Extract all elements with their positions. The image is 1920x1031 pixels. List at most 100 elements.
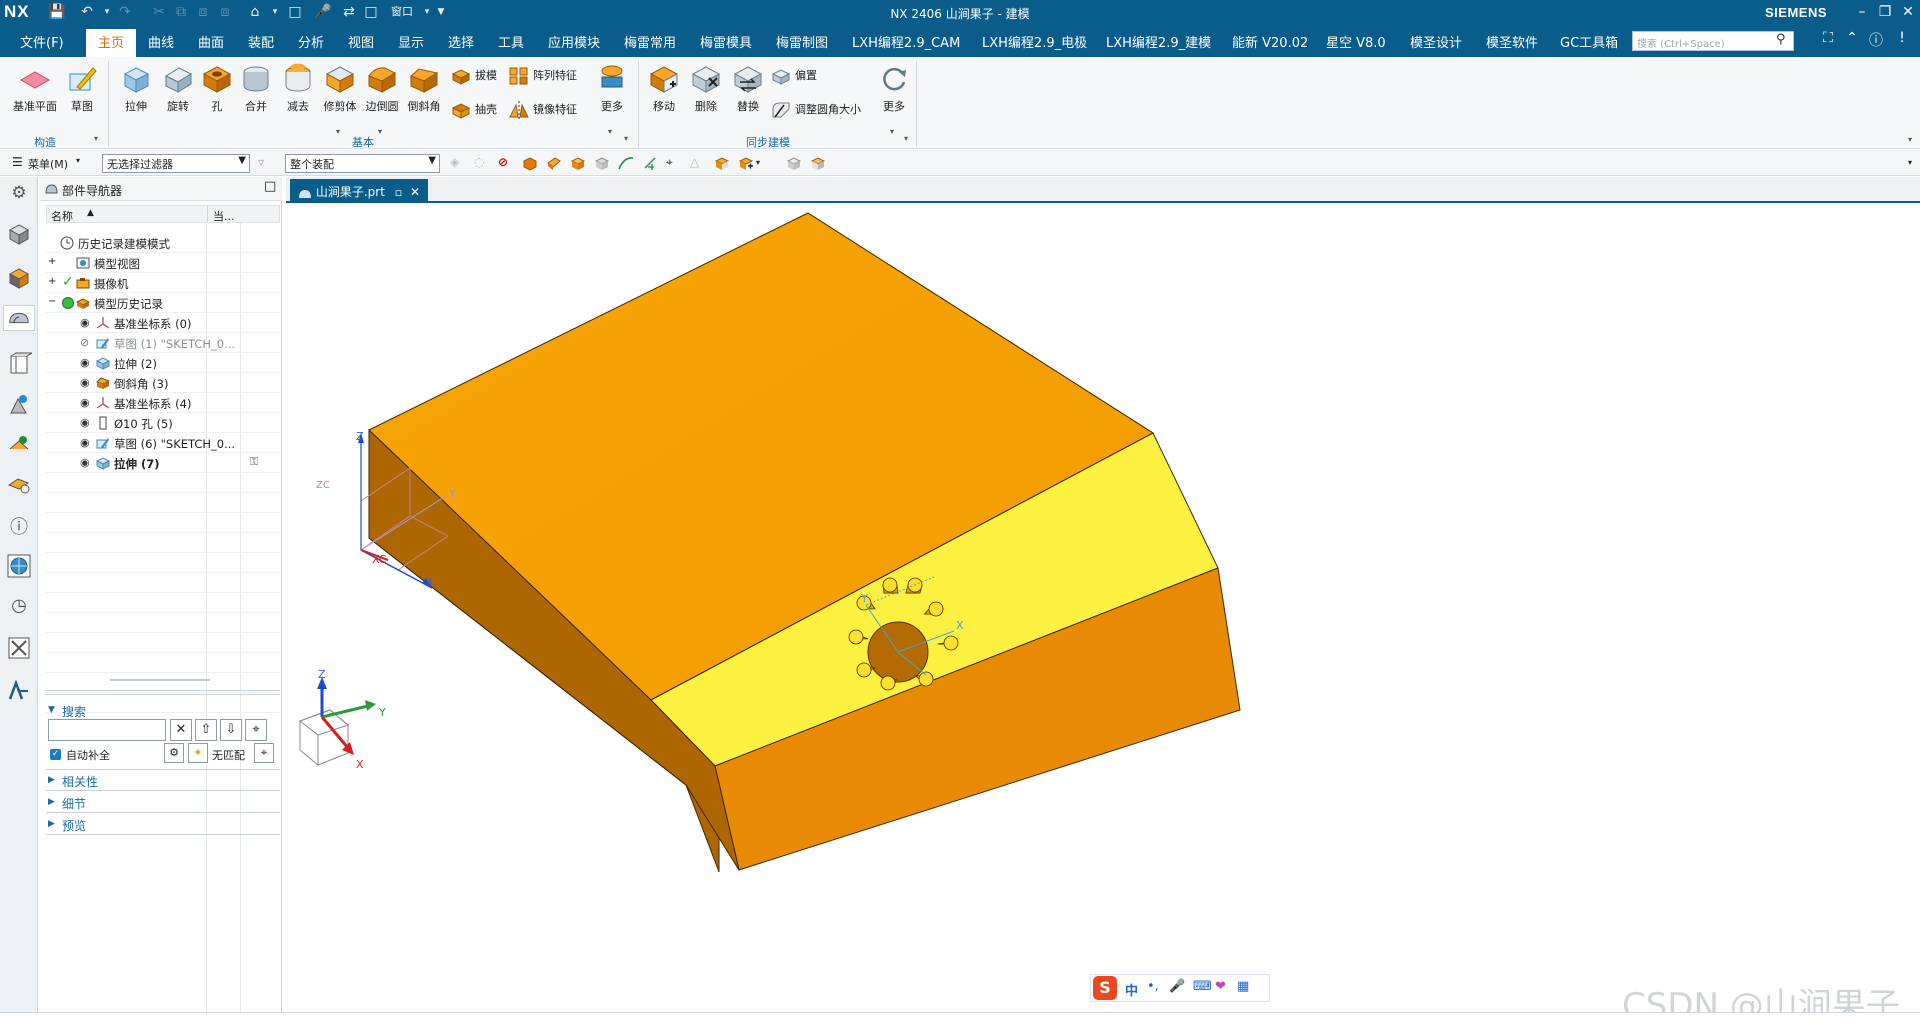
globe-icon[interactable] bbox=[6, 553, 32, 579]
more-dropdown-icon[interactable]: ▾ bbox=[608, 127, 612, 136]
close-tab-icon[interactable]: ✕ bbox=[410, 185, 420, 199]
sketch-button[interactable]: 草图 bbox=[62, 62, 102, 114]
deselect-all-icon[interactable]: ⊘ bbox=[498, 155, 514, 171]
selection-dropdown-icon[interactable]: ▾ bbox=[756, 158, 760, 167]
constraint-navigator-icon[interactable] bbox=[6, 265, 32, 291]
check-icon[interactable]: ✓ bbox=[62, 274, 74, 290]
column-current[interactable]: 当... bbox=[213, 208, 235, 224]
tree-row[interactable]: + ✓ 摄像机 bbox=[46, 273, 280, 293]
find-previous-button[interactable]: ⇧ bbox=[195, 719, 217, 741]
move-face-button[interactable]: 移动 bbox=[644, 62, 684, 114]
ime-language[interactable]: 中 bbox=[1125, 980, 1138, 999]
collapse-ribbon-icon[interactable]: ⌃ bbox=[1842, 30, 1862, 50]
menu-applications[interactable]: 应用模块 bbox=[548, 32, 600, 51]
column-name[interactable]: 名称 bbox=[51, 208, 73, 224]
reuse-library-icon[interactable] bbox=[6, 351, 32, 377]
unite-button[interactable]: 合并 bbox=[236, 62, 276, 114]
assembly-navigator-icon[interactable] bbox=[6, 221, 32, 247]
menu-file[interactable]: 文件(F) bbox=[20, 32, 64, 51]
tree-row[interactable]: ◉ 拉伸 (7) ⚿ bbox=[46, 453, 280, 473]
mirror-feature-button[interactable]: 镜像特征 bbox=[508, 99, 577, 121]
restore-button[interactable]: ❐ bbox=[1875, 2, 1895, 22]
select-solid-icon[interactable] bbox=[570, 155, 586, 171]
keyboard-icon[interactable]: ⌨ bbox=[1193, 979, 1212, 994]
menu-meilei-common[interactable]: 梅雷常用 bbox=[624, 32, 676, 51]
microphone-icon[interactable]: 🎤 bbox=[1169, 979, 1185, 994]
revolve-button[interactable]: 旋转 bbox=[158, 62, 198, 114]
tree-row[interactable]: ◉ 基准坐标系 (4) bbox=[46, 393, 280, 413]
toolbox-icon[interactable]: ▦ bbox=[1237, 979, 1249, 994]
part-tab[interactable]: 山涧果子.prt ▫ ✕ bbox=[290, 179, 429, 203]
delete-face-button[interactable]: 删除 bbox=[686, 62, 726, 114]
sort-asc-icon[interactable]: ▲ bbox=[87, 208, 94, 218]
command-search-input[interactable]: 搜索 (Ctrl+Space) bbox=[1632, 31, 1794, 51]
select-assembly-icon[interactable] bbox=[786, 155, 802, 171]
menu-analysis[interactable]: 分析 bbox=[298, 32, 324, 51]
hole-button[interactable]: 孔 bbox=[200, 62, 234, 114]
select-edge-icon[interactable]: △ bbox=[690, 155, 706, 171]
selbar-options-icon[interactable]: ▾ bbox=[1908, 158, 1912, 167]
menu-meilei-mold[interactable]: 梅雷模具 bbox=[700, 32, 752, 51]
tree-row[interactable]: + 模型视图 bbox=[46, 253, 280, 273]
graphics-window[interactable]: X Y Z Y XC ZC X Z Y X bbox=[286, 205, 1920, 1012]
model-viewport[interactable]: X Y Z Y XC ZC X Z Y X bbox=[286, 205, 1920, 1012]
tree-row[interactable]: ◉ 草图 (6) "SKETCH_0... bbox=[46, 433, 280, 453]
clock-icon[interactable]: ◷ bbox=[6, 595, 32, 621]
tree-row[interactable]: ◉ 拉伸 (2) bbox=[46, 353, 280, 373]
sync-more-dropdown-icon[interactable]: ▾ bbox=[890, 127, 894, 136]
collapse-icon[interactable]: − bbox=[48, 296, 56, 307]
edge-blend-dropdown-icon[interactable]: ▾ bbox=[378, 127, 382, 136]
tree-row[interactable]: ◉ Ø10 孔 (5) bbox=[46, 413, 280, 433]
expand-icon[interactable]: + bbox=[48, 256, 56, 267]
select-body-icon[interactable] bbox=[522, 155, 538, 171]
snap-point-icon[interactable]: ⌖ bbox=[666, 155, 682, 171]
sync-more-button[interactable]: 更多 bbox=[874, 62, 914, 114]
add-selection-icon[interactable] bbox=[738, 155, 754, 171]
tree-row[interactable]: ◉ 倒斜角 (3) bbox=[46, 373, 280, 393]
minimize-button[interactable]: – bbox=[1852, 2, 1872, 22]
menu-select[interactable]: 选择 bbox=[448, 32, 474, 51]
highlight-button[interactable]: ✦ bbox=[188, 743, 208, 763]
match-options-button[interactable]: ⌖ bbox=[254, 743, 274, 763]
draft-button[interactable]: 拔模 bbox=[450, 65, 497, 87]
select-sheet-icon[interactable] bbox=[594, 155, 610, 171]
menu-tools[interactable]: 工具 bbox=[498, 32, 524, 51]
menu-mosheng-software[interactable]: 模圣软件 bbox=[1486, 32, 1538, 51]
menu-lxh-cam[interactable]: LXH编程2.9_CAM bbox=[852, 32, 960, 51]
select-feature-icon[interactable]: ◈ bbox=[450, 155, 466, 171]
close-button[interactable]: ✕ bbox=[1898, 2, 1918, 22]
tree-row[interactable]: 历史记录建模模式 bbox=[46, 233, 280, 253]
eye-icon[interactable]: ◉ bbox=[80, 396, 94, 410]
ribbon-options-icon[interactable]: ▾ bbox=[1908, 135, 1912, 144]
trim-body-button[interactable]: 修剪体 bbox=[320, 62, 360, 114]
gear-icon[interactable]: ⚙ bbox=[6, 183, 32, 209]
ime-toolbar[interactable]: S 中 •, 🎤 ⌨ ❤ ▦ bbox=[1090, 974, 1270, 1002]
filter-icon[interactable]: ▿ bbox=[258, 155, 274, 171]
expand-icon[interactable]: + bbox=[48, 276, 56, 287]
select-face-icon[interactable] bbox=[546, 155, 562, 171]
web-browser-icon[interactable] bbox=[6, 431, 32, 457]
menu-surface[interactable]: 曲面 bbox=[198, 32, 224, 51]
role-icon[interactable] bbox=[6, 677, 32, 703]
expand-icon[interactable]: ▶ bbox=[48, 819, 55, 829]
clear-search-button[interactable]: ✕ bbox=[170, 719, 192, 741]
chamfer-button[interactable]: 倒斜角 bbox=[404, 62, 444, 114]
menu-display[interactable]: 显示 bbox=[398, 32, 424, 51]
construct-group-dropdown-icon[interactable]: ▾ bbox=[94, 134, 98, 143]
eye-icon[interactable]: ◉ bbox=[80, 356, 94, 370]
alert-icon[interactable]: ! bbox=[1892, 30, 1912, 50]
menu-button[interactable]: 菜单(M) bbox=[28, 156, 68, 172]
punctuation-icon[interactable]: •, bbox=[1147, 979, 1159, 994]
part-navigator-icon[interactable] bbox=[3, 305, 35, 331]
hidden-eye-icon[interactable]: ⊘ bbox=[80, 336, 94, 350]
skin-icon[interactable]: ❤ bbox=[1215, 979, 1226, 994]
resize-blend-button[interactable]: 调整圆角大小 bbox=[770, 99, 861, 121]
info-icon[interactable]: ⓘ bbox=[6, 513, 32, 539]
menu-meilei-drafting[interactable]: 梅雷制图 bbox=[776, 32, 828, 51]
shell-button[interactable]: 抽壳 bbox=[450, 99, 497, 121]
menu-lxh-modeling[interactable]: LXH编程2.9_建模 bbox=[1106, 32, 1211, 51]
type-filter-select[interactable]: 无选择过滤器 ▼ bbox=[102, 154, 250, 173]
search-icon[interactable]: ⚲ bbox=[1776, 32, 1792, 48]
selection-scope-select[interactable]: 整个装配 ▼ bbox=[285, 154, 440, 173]
datum-plane-button[interactable]: 基准平面 bbox=[10, 62, 60, 114]
